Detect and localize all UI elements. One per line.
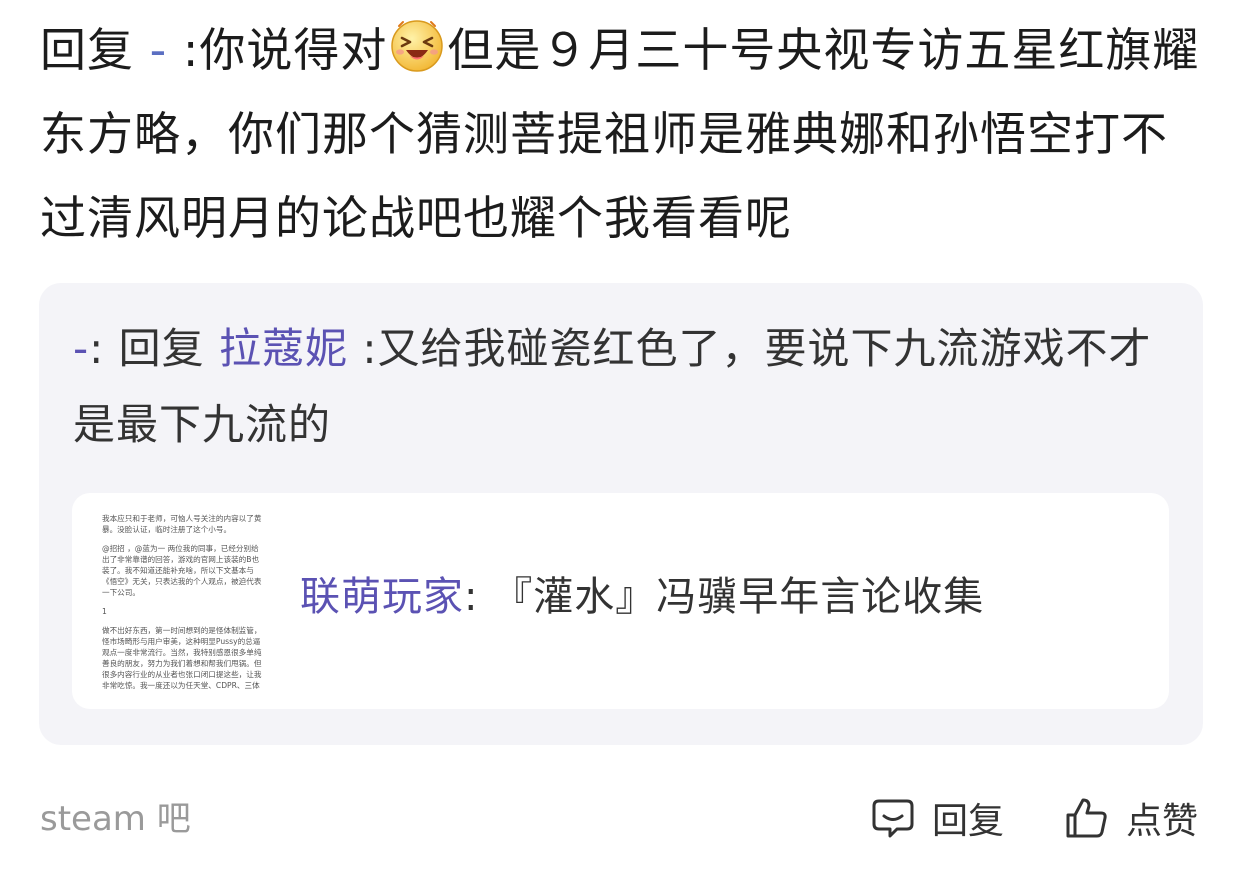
thumbnail-paragraph: 我本应只和于老师，可恼人号关注的内容以了黄暴。没脸认证，临时注册了这个小号。 (102, 514, 262, 534)
linked-post-title: 联萌玩家: 『灌水』冯骥早年言论收集 (300, 567, 984, 627)
like-button[interactable]: 点赞 (1064, 790, 1198, 846)
thumbnail-paragraph: @招招 ，@蓝为一 两位我的同事，已经分别给出了非常靠谱的回答，游戏的官网上该装… (102, 544, 262, 597)
reply-content: 回复 - :你说得对 但是９月三十号央视专访五星红旗耀东方略，你们那个猜测菩提祖… (40, 8, 1205, 260)
linked-post-separator: : (464, 574, 493, 620)
quote-reply-label: 回复 (118, 324, 220, 373)
laughing-face-icon (391, 20, 444, 72)
reply-separator: : (182, 23, 200, 77)
linked-post-author[interactable]: 联萌玩家 (300, 574, 464, 620)
post-thumbnail: 我本应只和于老师，可恼人号关注的内容以了黄暴。没脸认证，临时注册了这个小号。 @… (102, 513, 264, 691)
like-button-label: 点赞 (1126, 801, 1199, 842)
comment-bubble-icon (872, 799, 914, 838)
quoted-reply-text: -: 回复 拉蔻妮 :又给我碰瓷红色了，要说下九流游戏不才是最下九流的 (73, 311, 1163, 463)
linked-post-card[interactable]: 我本应只和于老师，可恼人号关注的内容以了黄暴。没脸认证，临时注册了这个小号。 @… (72, 493, 1169, 709)
forum-name[interactable]: steam 吧 (40, 795, 191, 843)
reply-button-label: 回复 (932, 801, 1005, 842)
reply-prefix: 回复 (40, 23, 134, 77)
quote-separator: : (89, 324, 119, 373)
quoted-reply-box[interactable]: -: 回复 拉蔻妮 :又给我碰瓷红色了，要说下九流游戏不才是最下九流的 我本应只… (39, 283, 1203, 745)
thumbnail-paragraph: 做不出好东西，第一时间想到的是怪体制监管，怪市场畸形与用户审美，这种明显Puss… (102, 626, 262, 690)
reply-button[interactable]: 回复 (870, 790, 1004, 846)
reply-text-part-1: 你说得对 (199, 23, 388, 77)
quote-reply-to-username[interactable]: 拉蔻妮 (219, 324, 348, 373)
quote-username[interactable]: - (73, 324, 89, 373)
linked-post-title-text: 『灌水』冯骥早年言论收集 (492, 574, 985, 620)
thumbnail-paragraph: 1 (102, 607, 107, 616)
thumbs-up-icon (1066, 798, 1107, 838)
reply-username[interactable]: - (134, 23, 183, 77)
